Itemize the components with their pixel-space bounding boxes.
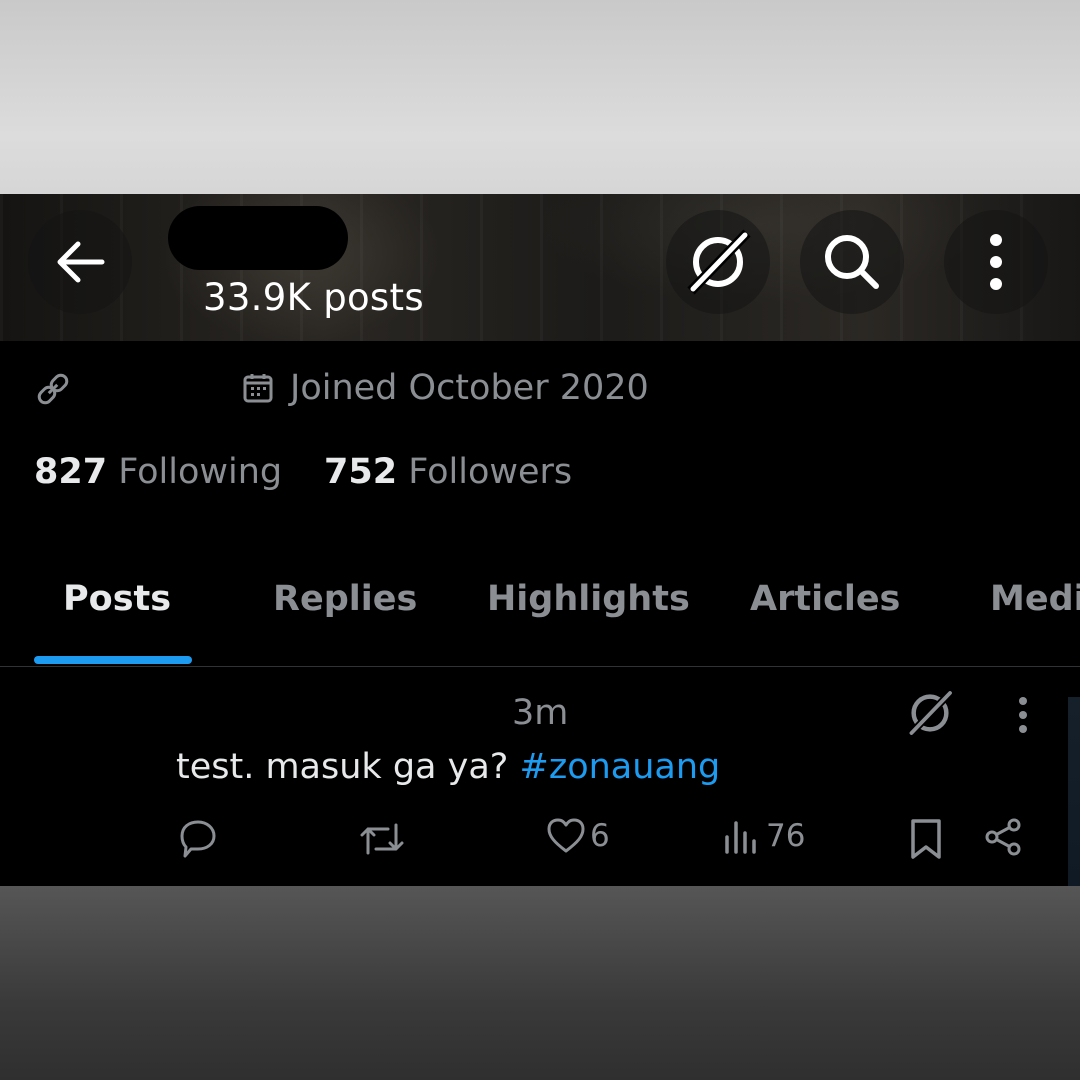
post-body: test. masuk ga ya? bbox=[176, 747, 509, 787]
followers-count: 752 bbox=[324, 452, 398, 492]
link-icon[interactable] bbox=[34, 370, 72, 408]
more-options-button[interactable] bbox=[944, 210, 1048, 314]
grok-icon bbox=[687, 229, 751, 295]
views-count: 76 bbox=[766, 818, 806, 854]
search-button[interactable] bbox=[800, 210, 904, 314]
reply-icon bbox=[180, 820, 216, 858]
search-icon bbox=[825, 235, 879, 289]
bookmark-button[interactable] bbox=[906, 817, 946, 861]
following-count: 827 bbox=[34, 452, 108, 492]
tab-articles[interactable]: Articles bbox=[750, 579, 900, 619]
more-vertical-icon[interactable] bbox=[1015, 695, 1031, 735]
like-count: 6 bbox=[590, 818, 610, 854]
profile-header: 33.9K posts bbox=[0, 194, 1080, 341]
reply-button[interactable] bbox=[176, 817, 220, 861]
views-button[interactable]: 76 bbox=[722, 817, 805, 855]
adjacent-content-edge bbox=[1068, 697, 1080, 886]
heart-icon bbox=[547, 818, 585, 853]
followers-label: Followers bbox=[408, 452, 573, 492]
repost-icon bbox=[360, 823, 404, 855]
grok-icon[interactable] bbox=[904, 687, 956, 739]
post-time: 3m bbox=[512, 693, 569, 733]
active-tab-indicator bbox=[34, 656, 192, 664]
bottom-backdrop bbox=[0, 886, 1080, 1080]
following-link[interactable]: 827 Following bbox=[34, 452, 282, 492]
following-label: Following bbox=[118, 452, 283, 492]
joined-date: Joined October 2020 bbox=[290, 368, 649, 408]
tab-posts[interactable]: Posts bbox=[63, 579, 171, 619]
calendar-icon bbox=[243, 374, 273, 403]
like-button[interactable]: 6 bbox=[546, 817, 610, 855]
redacted-username bbox=[168, 206, 348, 270]
share-button[interactable] bbox=[984, 817, 1024, 857]
repost-button[interactable] bbox=[358, 817, 406, 861]
back-button[interactable] bbox=[28, 210, 132, 314]
grok-button[interactable] bbox=[666, 210, 770, 314]
posts-count: 33.9K posts bbox=[203, 276, 424, 319]
tab-media[interactable]: Medi bbox=[990, 579, 1080, 619]
more-vertical-icon bbox=[990, 234, 1002, 290]
profile-meta: Joined October 2020 bbox=[0, 366, 1080, 414]
tab-replies[interactable]: Replies bbox=[273, 579, 417, 619]
post-item[interactable]: 3m test. masuk ga ya? #zonauang 6 76 bbox=[0, 667, 1080, 886]
post-text: test. masuk ga ya? #zonauang bbox=[176, 747, 720, 787]
profile-tabs: Posts Replies Highlights Articles Medi bbox=[0, 564, 1080, 667]
profile-screen: 33.9K posts Joined October 2020 827 Foll… bbox=[0, 194, 1080, 886]
hashtag-link[interactable]: #zonauang bbox=[520, 747, 721, 787]
bookmark-icon bbox=[911, 819, 941, 859]
tab-highlights[interactable]: Highlights bbox=[487, 579, 690, 619]
followers-link[interactable]: 752 Followers bbox=[324, 452, 572, 492]
arrow-left-icon bbox=[57, 241, 105, 283]
top-backdrop bbox=[0, 0, 1080, 194]
views-icon bbox=[725, 821, 756, 854]
share-icon bbox=[985, 818, 1021, 856]
